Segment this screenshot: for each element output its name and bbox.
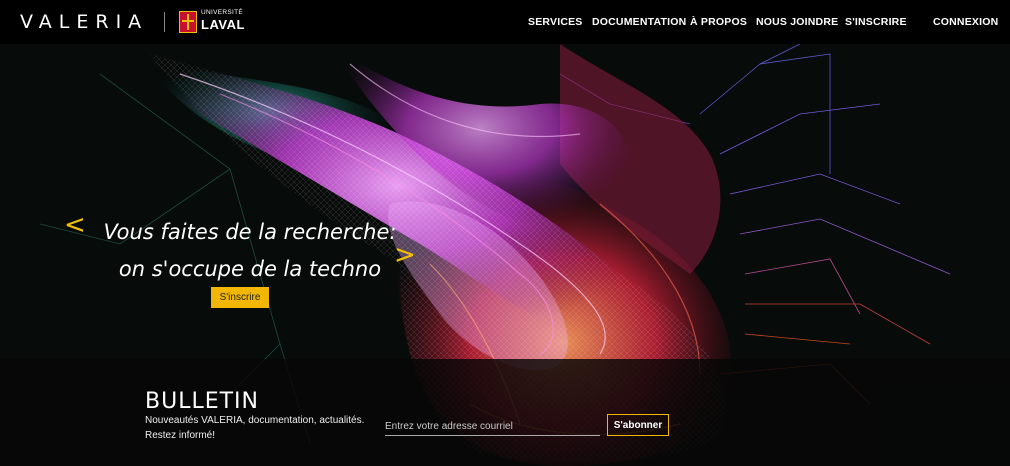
- nav-a-propos[interactable]: À PROPOS: [690, 16, 747, 28]
- newsletter-section: BULLETIN Nouveautés VALERIA, documentati…: [0, 359, 1010, 466]
- newsletter-subscribe-button[interactable]: S'abonner: [607, 414, 669, 436]
- newsletter-email-input[interactable]: [385, 417, 600, 436]
- newsletter-description: Nouveautés VALERIA, documentation, actua…: [145, 415, 365, 441]
- hero-signup-button[interactable]: S'inscrire: [211, 287, 269, 308]
- top-navigation-bar: VALERIA UNIVERSITÉ LAVAL SERVICES DOCUME…: [0, 0, 1010, 44]
- carousel-prev-arrow-icon[interactable]: <: [64, 210, 86, 240]
- universite-laval-crest-icon[interactable]: [179, 11, 197, 33]
- hero-tagline-line-1: Vous faites de la recherche:: [103, 220, 397, 244]
- valeria-logo[interactable]: VALERIA: [20, 11, 148, 33]
- carousel-next-arrow-icon[interactable]: >: [394, 240, 416, 270]
- logo-divider: [164, 12, 165, 32]
- nav-s-inscrire[interactable]: S'INSCRIRE: [845, 16, 907, 28]
- universite-laval-logo[interactable]: UNIVERSITÉ LAVAL: [201, 9, 245, 32]
- newsletter-title: BULLETIN: [145, 389, 259, 414]
- nav-connexion[interactable]: CONNEXION: [933, 16, 998, 28]
- nav-services[interactable]: SERVICES: [528, 16, 583, 28]
- ul-logo-small-text: UNIVERSITÉ: [201, 9, 244, 16]
- nav-nous-joindre[interactable]: NOUS JOINDRE: [756, 16, 838, 28]
- nav-documentation[interactable]: DOCUMENTATION: [592, 16, 686, 28]
- hero-tagline: Vous faites de la recherche: on s'occupe…: [100, 214, 400, 288]
- ul-logo-big-text: LAVAL: [201, 16, 245, 32]
- hero-tagline-line-2: on s'occupe de la techno: [118, 256, 382, 281]
